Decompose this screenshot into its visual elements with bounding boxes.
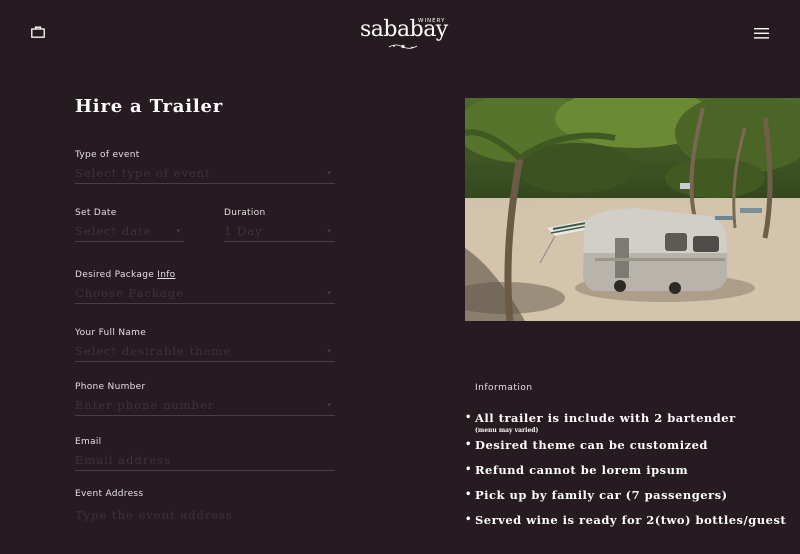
list-item: Pick up by family car (7 passengers) bbox=[465, 487, 795, 503]
page-title: Hire a Trailer bbox=[75, 96, 224, 117]
information-heading: Information bbox=[475, 383, 533, 393]
full-name-field[interactable]: Select desirable theme ▾ bbox=[75, 341, 335, 362]
hamburger-menu-icon[interactable] bbox=[754, 28, 769, 39]
package-info-link[interactable]: Info bbox=[157, 270, 175, 280]
phone-field[interactable]: Enter phone number ▾ bbox=[75, 395, 335, 416]
package-label: Desired Package Info bbox=[75, 270, 175, 280]
chevron-down-icon: ▾ bbox=[327, 401, 332, 409]
trailer-photo bbox=[465, 98, 800, 321]
duration-label: Duration bbox=[224, 208, 266, 218]
list-item: Served wine is ready for 2(two) bottles/… bbox=[465, 512, 795, 528]
phone-label: Phone Number bbox=[75, 382, 146, 392]
set-date-select[interactable]: Select date ▾ bbox=[75, 221, 184, 242]
info-item-text: Served wine is ready for 2(two) bottles/… bbox=[475, 513, 787, 527]
chevron-down-icon: ▾ bbox=[327, 347, 332, 355]
full-name-label: Your Full Name bbox=[75, 328, 147, 338]
logo-ornament-icon bbox=[388, 44, 418, 49]
info-item-note: (menu may varied) bbox=[475, 427, 539, 434]
shopping-bag-icon[interactable] bbox=[31, 26, 45, 38]
chevron-down-icon: ▾ bbox=[327, 169, 332, 177]
info-item-text: Desired theme can be customized bbox=[475, 438, 708, 452]
chevron-down-icon: ▾ bbox=[176, 227, 181, 235]
info-item-text: Pick up by family car (7 passengers) bbox=[475, 488, 728, 502]
info-item-text: All trailer is include with 2 bartender bbox=[475, 411, 736, 425]
event-address-placeholder: Type the event address bbox=[75, 508, 233, 522]
package-label-text: Desired Package bbox=[75, 270, 155, 280]
set-date-placeholder: Select date bbox=[75, 224, 152, 238]
duration-value: 1 Day bbox=[224, 224, 263, 238]
set-date-label: Set Date bbox=[75, 208, 117, 218]
list-item: Refund cannot be lorem ipsum bbox=[465, 462, 795, 478]
event-type-label: Type of event bbox=[75, 150, 140, 160]
email-placeholder: Email address bbox=[75, 453, 171, 467]
email-field[interactable]: Email address bbox=[75, 450, 335, 471]
chevron-down-icon: ▾ bbox=[327, 227, 332, 235]
duration-select[interactable]: 1 Day ▾ bbox=[224, 221, 335, 242]
package-placeholder: Choose Package bbox=[75, 286, 184, 300]
information-list: All trailer is include with 2 bartender … bbox=[465, 410, 795, 528]
email-label: Email bbox=[75, 437, 102, 447]
event-address-label: Event Address bbox=[75, 489, 144, 499]
info-item-text: Refund cannot be lorem ipsum bbox=[475, 463, 689, 477]
full-name-placeholder: Select desirable theme bbox=[75, 344, 232, 358]
package-select[interactable]: Choose Package ▾ bbox=[75, 283, 335, 304]
event-type-placeholder: Select type of event bbox=[75, 166, 211, 180]
event-type-select[interactable]: Select type of event ▾ bbox=[75, 163, 335, 184]
list-item: All trailer is include with 2 bartender … bbox=[465, 410, 795, 435]
list-item: Desired theme can be customized bbox=[465, 437, 795, 453]
logo-subtitle: WINERY bbox=[418, 18, 446, 24]
chevron-down-icon: ▾ bbox=[327, 289, 332, 297]
event-address-field[interactable]: Type the event address bbox=[75, 505, 335, 525]
sababay-logo[interactable]: sababay WINERY bbox=[360, 14, 448, 50]
phone-placeholder: Enter phone number bbox=[75, 398, 215, 412]
